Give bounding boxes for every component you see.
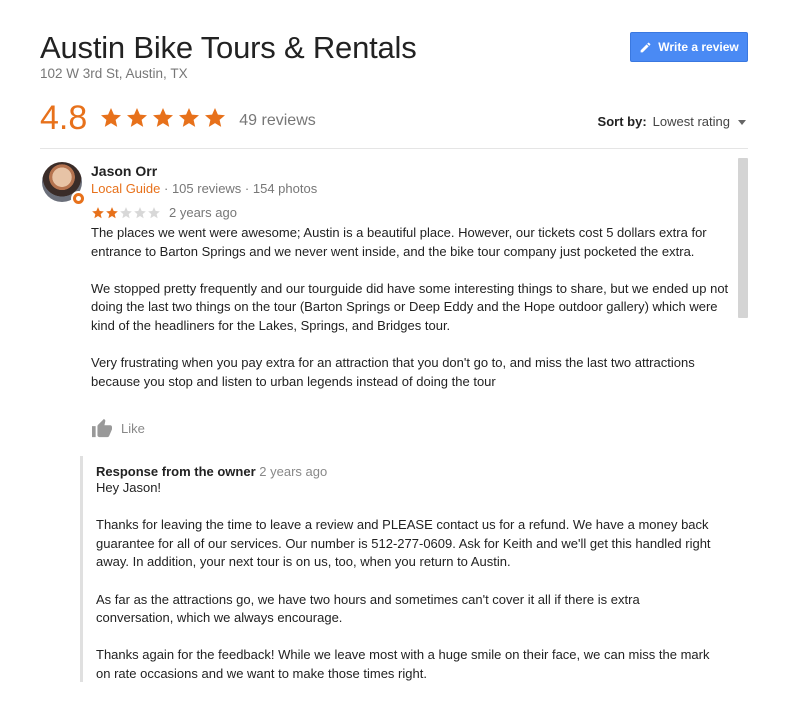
business-title: Austin Bike Tours & Rentals [40, 30, 417, 65]
rating-summary: 4.8 49 reviews [40, 98, 316, 138]
sort-dropdown[interactable]: Sort by: Lowest rating [598, 114, 746, 129]
review-rating-stars [91, 206, 161, 220]
like-button[interactable]: Like [91, 418, 145, 438]
local-guide-badge-icon [71, 191, 86, 206]
sort-value: Lowest rating [652, 114, 730, 129]
owner-response-text: Hey Jason! Thanks for leaving the time t… [96, 479, 716, 684]
star-icon [153, 108, 174, 127]
star-icon [127, 108, 148, 127]
rating-stars [99, 106, 227, 130]
review-count-link[interactable]: 49 reviews [239, 112, 315, 130]
response-paragraph: Thanks for leaving the time to leave a r… [96, 517, 711, 570]
review-paragraph: The places we went were awesome; Austin … [91, 225, 707, 259]
owner-response-label: Response from the owner [96, 464, 256, 479]
owner-response-date: 2 years ago [259, 464, 328, 479]
response-paragraph: Hey Jason! [96, 480, 162, 495]
scrollbar-thumb[interactable] [738, 158, 748, 318]
like-label: Like [121, 420, 145, 436]
reviewer-meta: Local Guide · 105 reviews · 154 photos [91, 181, 317, 196]
business-address: 102 W 3rd St, Austin, TX [40, 66, 188, 81]
owner-response: Response from the owner 2 years ago Hey … [80, 456, 730, 682]
reviewer-name[interactable]: Jason Orr [91, 163, 157, 179]
star-icon [101, 108, 122, 127]
response-paragraph: Thanks again for the feedback! While we … [96, 647, 710, 681]
pencil-icon [640, 42, 651, 52]
review-text: The places we went were awesome; Austin … [91, 224, 731, 410]
write-review-label: Write a review [658, 40, 739, 54]
average-rating: 4.8 [40, 99, 88, 137]
local-guide-label: Local Guide [91, 181, 161, 196]
star-icon [120, 207, 132, 219]
avatar[interactable] [42, 162, 86, 206]
sort-label: Sort by: [597, 114, 647, 129]
thumbs-up-icon [92, 418, 112, 438]
review-date: 2 years ago [169, 205, 237, 220]
star-icon [134, 207, 146, 219]
star-icon [205, 108, 226, 127]
review-paragraph: We stopped pretty frequently and our tou… [91, 280, 729, 333]
star-icon [148, 207, 160, 219]
review-paragraph: Very frustrating when you pay extra for … [91, 355, 695, 389]
star-icon [106, 207, 118, 219]
chevron-down-icon [738, 120, 746, 125]
owner-response-header: Response from the owner 2 years ago [96, 464, 730, 479]
response-paragraph: As far as the attractions go, we have tw… [96, 591, 640, 626]
star-icon [92, 207, 104, 219]
star-icon [179, 108, 200, 127]
write-review-button[interactable]: Write a review [630, 32, 748, 62]
header-divider [40, 148, 748, 149]
reviewer-stats: · 105 reviews · 154 photos [160, 181, 318, 196]
